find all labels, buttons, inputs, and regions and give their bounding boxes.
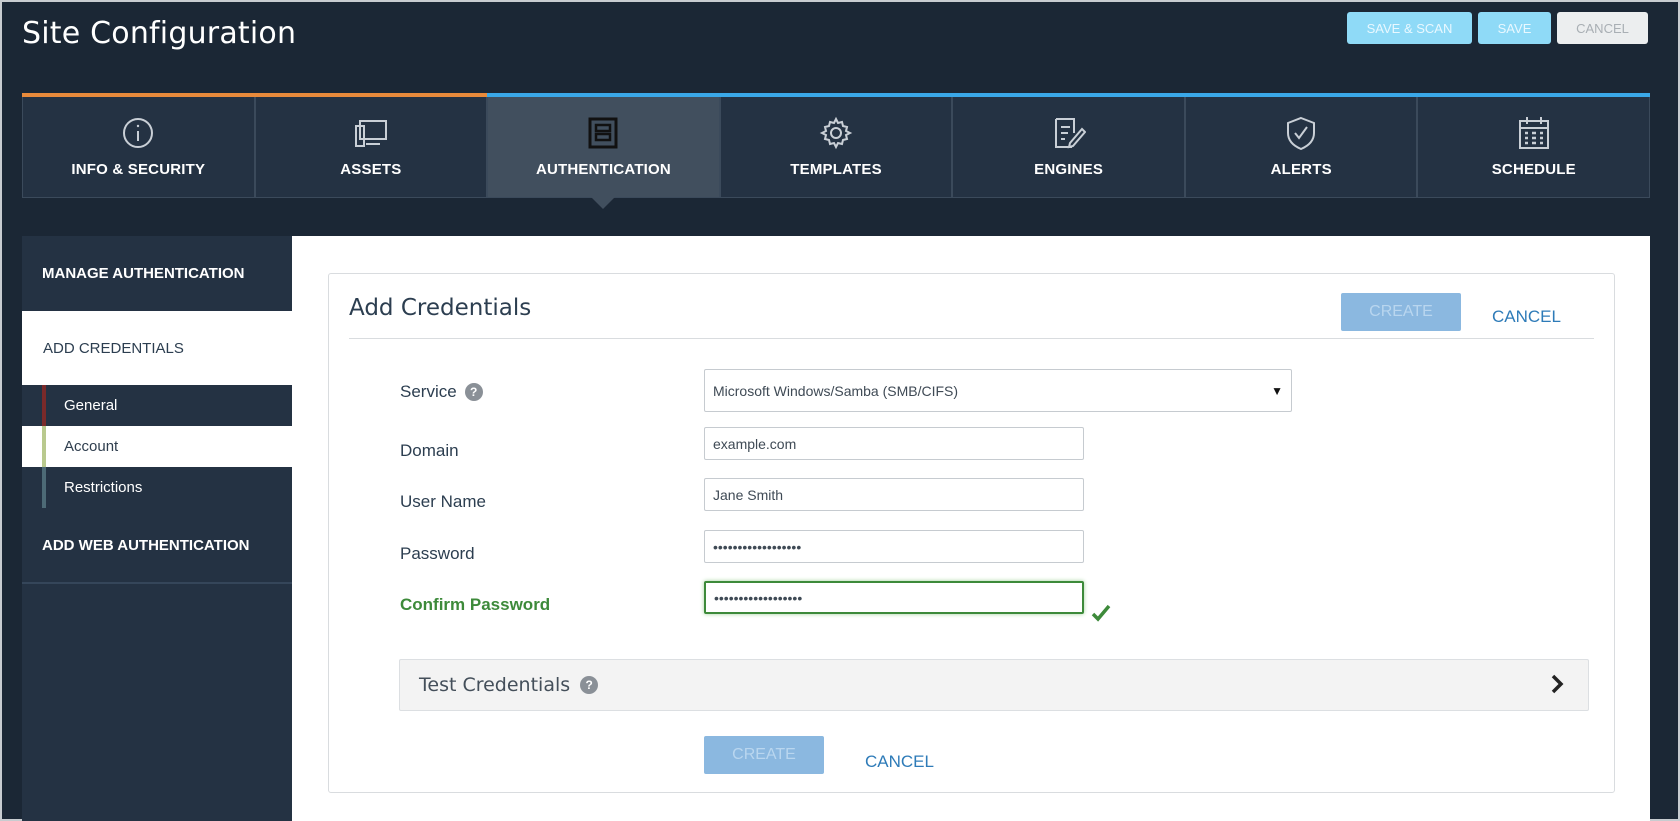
test-credentials-label: Test Credentials (419, 674, 571, 696)
tab-templates[interactable]: TEMPLATES (719, 93, 953, 198)
tab-label: ASSETS (340, 161, 402, 178)
create-button-top[interactable]: CREATE (1341, 293, 1461, 331)
tab-label: INFO & SECURITY (71, 161, 206, 178)
username-label: User Name (400, 492, 486, 511)
engine-icon (1051, 115, 1087, 151)
gear-icon (818, 115, 854, 151)
password-field[interactable]: •••••••••••••••••• (704, 530, 1084, 563)
tab-label: TEMPLATES (790, 161, 882, 178)
save-and-scan-button[interactable]: SAVE & SCAN (1347, 12, 1472, 44)
service-select-value: Microsoft Windows/Samba (SMB/CIFS) (713, 382, 959, 399)
domain-label: Domain (400, 441, 459, 460)
config-tabs: INFO & SECURITY ASSETS AUTHENTICATION TE… (22, 93, 1651, 209)
tab-info-security[interactable]: INFO & SECURITY (22, 93, 255, 198)
chevron-right-icon (1550, 674, 1564, 699)
cancel-link-top[interactable]: CANCEL (1492, 307, 1561, 327)
sidebar-item-add-web-authentication[interactable]: ADD WEB AUTHENTICATION (22, 508, 292, 584)
sidebar: MANAGE AUTHENTICATION ADD CREDENTIALS Ge… (22, 236, 292, 821)
help-icon[interactable]: ? (580, 676, 599, 694)
sidebar-item-manage-authentication[interactable]: MANAGE AUTHENTICATION (22, 236, 292, 311)
sidebar-item-general[interactable]: General (22, 385, 292, 426)
tab-label: ENGINES (1034, 161, 1104, 178)
domain-field[interactable]: example.com (704, 427, 1084, 460)
tab-label: SCHEDULE (1491, 161, 1576, 178)
authentication-icon (585, 115, 621, 151)
username-field[interactable]: Jane Smith (704, 478, 1084, 511)
tab-authentication[interactable]: AUTHENTICATION (487, 93, 720, 209)
password-label: Password (400, 544, 475, 563)
test-credentials-section[interactable]: Test Credentials ? (399, 659, 1589, 711)
checkmark-icon (1091, 604, 1111, 627)
shield-check-icon (1283, 115, 1319, 151)
page-title: Site Configuration (22, 16, 297, 51)
confirm-password-field[interactable]: •••••••••••••••••• (704, 581, 1084, 614)
calendar-icon (1516, 115, 1552, 151)
assets-icon (353, 115, 389, 151)
tab-assets[interactable]: ASSETS (254, 93, 488, 198)
add-credentials-panel: Add Credentials CREATE CANCEL Service ? … (328, 273, 1615, 793)
service-label-text: Service (400, 382, 457, 401)
help-icon[interactable]: ? (464, 383, 483, 401)
confirm-password-label: Confirm Password (400, 595, 551, 614)
tab-schedule[interactable]: SCHEDULE (1417, 93, 1651, 198)
tab-label: AUTHENTICATION (535, 161, 671, 178)
sidebar-item-add-credentials[interactable]: ADD CREDENTIALS (22, 311, 292, 385)
info-icon (120, 115, 156, 151)
panel-title: Add Credentials (349, 295, 532, 321)
caret-down-icon: ▼ (1271, 383, 1283, 398)
cancel-link-bottom[interactable]: CANCEL (865, 752, 934, 772)
tab-label: ALERTS (1270, 161, 1332, 178)
service-select[interactable]: Microsoft Windows/Samba (SMB/CIFS) ▼ (704, 369, 1292, 412)
sidebar-item-restrictions[interactable]: Restrictions (22, 467, 292, 508)
tab-alerts[interactable]: ALERTS (1184, 93, 1418, 198)
sidebar-item-account[interactable]: Account (22, 426, 292, 467)
create-button-bottom[interactable]: CREATE (704, 736, 824, 774)
main-content: Add Credentials CREATE CANCEL Service ? … (292, 236, 1650, 821)
top-actions: SAVE & SCAN SAVE CANCEL (1347, 12, 1648, 44)
service-label: Service ? (400, 382, 483, 402)
cancel-button[interactable]: CANCEL (1557, 12, 1648, 44)
save-button[interactable]: SAVE (1478, 12, 1551, 44)
tab-engines[interactable]: ENGINES (952, 93, 1185, 198)
divider (349, 338, 1594, 339)
